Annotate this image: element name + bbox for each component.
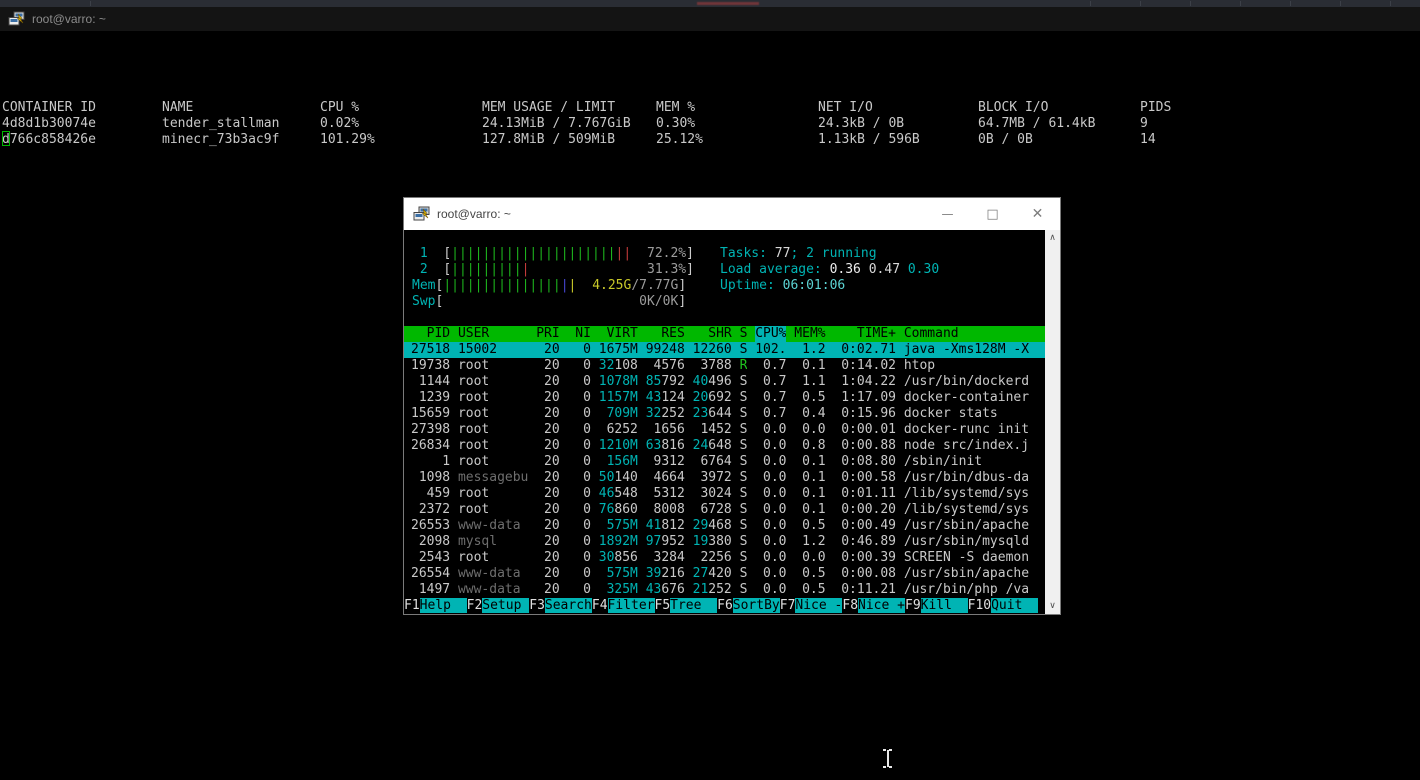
fkey-tree[interactable]: F5Tree (655, 598, 718, 614)
meter-line: 2 [||||||||||31.3%]Load average: 0.36 0.… (404, 262, 1045, 278)
fbar-filler (1038, 598, 1045, 614)
maximize-button[interactable]: □ (970, 198, 1015, 230)
process-row[interactable]: 2098mysql2001892M9795219380S0.01.20:46.8… (404, 534, 1045, 550)
meter-line: 1 [|||||||||||||||||||||||72.2%]Tasks: 7… (404, 246, 1045, 262)
summary-line: Tasks: 77; 2 running (720, 246, 877, 262)
process-row[interactable]: 26834root2001210M6381624648S0.00.80:00.8… (404, 438, 1045, 454)
process-row[interactable]: 15659root200709M3225223644S0.70.40:15.96… (404, 406, 1045, 422)
fkey-kill[interactable]: F9Kill (905, 598, 968, 614)
process-row[interactable]: 1239root2001157M4312420692S0.70.51:17.09… (404, 390, 1045, 406)
close-button[interactable]: ✕ (1015, 198, 1060, 230)
process-row[interactable]: 1497www-data200325M4367621252S0.00.50:11… (404, 582, 1045, 598)
process-row[interactable]: 19738root2003210845763788R0.70.10:14.02h… (404, 358, 1045, 374)
meter-line: Swp[0K/0K] (404, 294, 1045, 310)
process-row[interactable]: 1root200156M93126764S0.00.10:08.80/sbin/… (404, 454, 1045, 470)
fkey-help[interactable]: F1Help (404, 598, 467, 614)
process-row[interactable]: 26554www-data200575M3921627420S0.00.50:0… (404, 566, 1045, 582)
htop-window-title: root@varro: ~ (437, 207, 925, 221)
putty-icon (8, 11, 25, 27)
scroll-down-icon[interactable]: ∨ (1045, 598, 1060, 614)
function-key-bar: F1Help F2Setup F3SearchF4FilterF5Tree F6… (404, 598, 1045, 614)
scrollbar[interactable]: ∧ ∨ (1045, 230, 1060, 614)
scroll-up-icon[interactable]: ∧ (1045, 230, 1060, 246)
background-window-titlebar[interactable]: root@varro: ~ (0, 7, 1420, 31)
putty-icon (413, 206, 430, 222)
fkey-filter[interactable]: F4Filter (592, 598, 655, 614)
process-row[interactable]: 27518150022001675M9924812260S102.1.20:02… (404, 342, 1045, 358)
minimize-button[interactable]: — (925, 198, 970, 230)
process-row[interactable]: 1098messagebu2005014046643972S0.00.10:00… (404, 470, 1045, 486)
top-taskbar-strip (0, 0, 1420, 7)
htop-window-titlebar[interactable]: root@varro: ~ — □ ✕ (404, 198, 1060, 230)
process-table: PIDUSERPRINIVIRTRESSHRSCPU%MEM%TIME+Comm… (404, 326, 1045, 598)
process-row[interactable]: 2372root2007686080086728S0.00.10:00.20/l… (404, 502, 1045, 518)
fkey-quit[interactable]: F10Quit (968, 598, 1038, 614)
docker-stats-header: CONTAINER IDNAMECPU %MEM USAGE / LIMITME… (0, 100, 1420, 116)
taskbar-artifact (697, 2, 759, 5)
terminal-cursor (2, 131, 10, 146)
process-row[interactable]: 2543root2003085632842256S0.00.00:00.39SC… (404, 550, 1045, 566)
process-row[interactable]: 459root2004654853123024S0.00.10:01.11/li… (404, 486, 1045, 502)
htop-window: root@varro: ~ — □ ✕ 1 [|||||||||||||||||… (403, 197, 1061, 615)
background-window-title: root@varro: ~ (32, 12, 106, 26)
mouse-cursor-ibeam (883, 749, 892, 768)
htop-meters: 1 [|||||||||||||||||||||||72.2%]Tasks: 7… (404, 246, 1045, 310)
summary-line: Uptime: 06:01:06 (720, 278, 845, 294)
fkey-nice-[interactable]: F8Nice + (842, 598, 905, 614)
container-row: 4d8d1b30074etender_stallman0.02%24.13MiB… (0, 116, 1420, 132)
fkey-sortby[interactable]: F6SortBy (717, 598, 780, 614)
fkey-setup[interactable]: F2Setup (467, 598, 530, 614)
process-row[interactable]: 27398root200625216561452S0.00.00:00.01do… (404, 422, 1045, 438)
process-row[interactable]: 26553www-data200575M4181229468S0.00.50:0… (404, 518, 1045, 534)
process-row[interactable]: 1144root2001078M8579240496S0.71.11:04.22… (404, 374, 1045, 390)
summary-line: Load average: 0.36 0.47 0.30 (720, 262, 939, 278)
htop-terminal: 1 [|||||||||||||||||||||||72.2%]Tasks: 7… (404, 230, 1045, 614)
fkey-nice-[interactable]: F7Nice - (780, 598, 843, 614)
meter-line: Mem[|||||||||||||||||4.25G/7.77G]Uptime:… (404, 278, 1045, 294)
process-table-header[interactable]: PIDUSERPRINIVIRTRESSHRSCPU%MEM%TIME+Comm… (404, 326, 1045, 342)
container-row: d766c858426eminecr_73b3ac9f101.29%127.8M… (0, 132, 1420, 148)
docker-stats-output: CONTAINER IDNAMECPU %MEM USAGE / LIMITME… (0, 31, 1420, 180)
fkey-search[interactable]: F3Search (529, 598, 592, 614)
